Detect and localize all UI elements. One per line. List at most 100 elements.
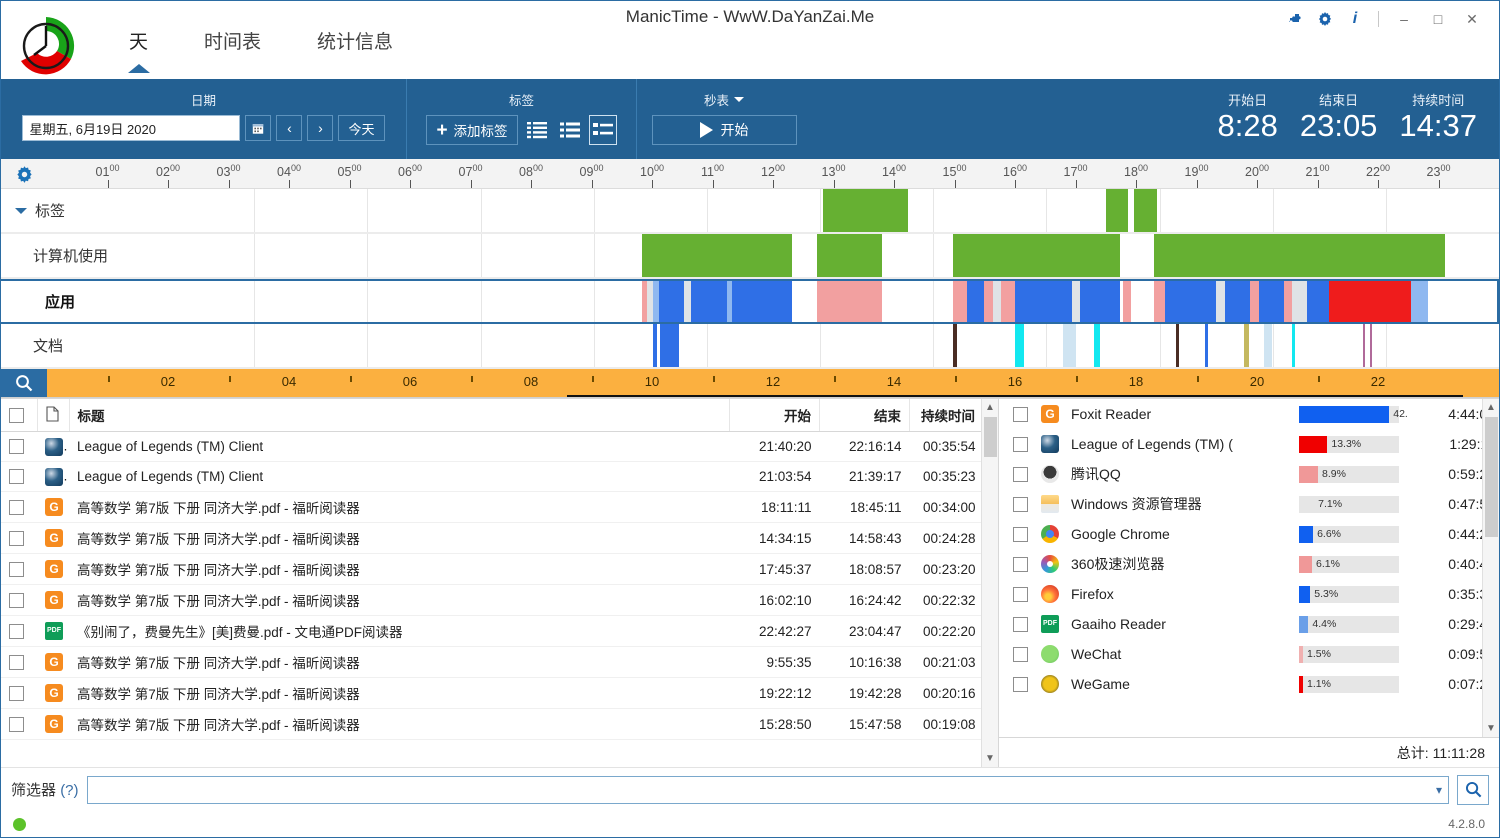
stopwatch-group-title[interactable]: 秒表 xyxy=(704,90,744,109)
header-title[interactable]: 标题 xyxy=(69,399,730,432)
timeline-segment[interactable] xyxy=(952,234,1120,277)
timeline-row-tags[interactable]: 标签 xyxy=(1,189,1499,234)
row-checkbox[interactable] xyxy=(1013,467,1028,483)
timeline-segment[interactable] xyxy=(1094,324,1101,367)
scrollbar-thumb[interactable] xyxy=(1485,417,1498,537)
gear-icon[interactable] xyxy=(1310,7,1340,31)
scroll-up-icon[interactable]: ▲ xyxy=(1486,399,1496,416)
row-checkbox[interactable] xyxy=(1013,527,1028,543)
track-documents[interactable] xyxy=(141,324,1499,367)
chevron-down-icon[interactable]: ▾ xyxy=(1436,783,1442,797)
timeline-segment[interactable] xyxy=(822,189,908,232)
row-checkbox[interactable] xyxy=(9,439,24,455)
select-all-checkbox[interactable] xyxy=(9,407,24,423)
header-select-all[interactable] xyxy=(1,399,38,432)
list-item[interactable]: PDF Gaaiho Reader 4.4% 0:29:40 xyxy=(999,609,1499,639)
timeline-segment[interactable] xyxy=(1306,281,1330,322)
row-checkbox-cell[interactable] xyxy=(1,461,37,492)
overview-selection[interactable] xyxy=(567,395,1463,397)
row-checkbox[interactable] xyxy=(9,623,24,639)
timeline-segment[interactable] xyxy=(817,234,883,277)
chevron-down-icon[interactable] xyxy=(734,97,744,102)
list-item[interactable]: 360极速浏览器 6.1% 0:40:49 xyxy=(999,549,1499,579)
timeline-segment[interactable] xyxy=(1204,324,1208,367)
today-button[interactable]: 今天 xyxy=(338,115,385,141)
row-checkbox-cell[interactable] xyxy=(999,609,1037,639)
scroll-up-icon[interactable]: ▲ xyxy=(985,399,995,416)
row-checkbox[interactable] xyxy=(9,469,24,485)
table-row[interactable]: League of Legends (TM) Client 21:40:20 22:… xyxy=(1,431,998,462)
timeline-segment[interactable] xyxy=(1063,324,1076,367)
row-checkbox[interactable] xyxy=(1013,617,1028,633)
tab-statistics[interactable]: 统计信息 xyxy=(289,27,421,60)
list-item[interactable]: Google Chrome 6.6% 0:44:20 xyxy=(999,519,1499,549)
overview-track[interactable]: 02 04 06 08 10 12 14 16 18 20 22 xyxy=(47,369,1499,397)
row-checkbox-cell[interactable] xyxy=(999,489,1037,519)
timeline-segment[interactable] xyxy=(1244,324,1249,367)
timeline-segment[interactable] xyxy=(1250,281,1259,322)
table-row[interactable]: G 高等数学 第7版 下册 同济大学.pdf - 福昕阅读器 18:11:11 18:… xyxy=(1,491,998,523)
scrollbar-thumb[interactable] xyxy=(984,417,997,457)
row-checkbox-cell[interactable] xyxy=(999,399,1037,429)
puzzle-icon[interactable] xyxy=(1280,7,1310,31)
overview-search-icon[interactable] xyxy=(1,369,47,397)
timeline-segment[interactable] xyxy=(1001,281,1016,322)
table-row[interactable]: G 高等数学 第7版 下册 同济大学.pdf - 福昕阅读器 19:22:12 19:… xyxy=(1,677,998,709)
table-row[interactable]: G 高等数学 第7版 下册 同济大学.pdf - 福昕阅读器 14:34:15 14:… xyxy=(1,522,998,554)
minimize-button[interactable]: – xyxy=(1387,7,1421,31)
timeline-row-documents[interactable]: 文档 xyxy=(1,324,1499,369)
timeline-segment[interactable] xyxy=(1411,281,1429,322)
timeline-segment[interactable] xyxy=(1264,324,1272,367)
timeline-segment[interactable] xyxy=(1369,324,1373,367)
list-item[interactable]: 腾讯QQ 8.9% 0:59:29 xyxy=(999,459,1499,489)
timeline-segment[interactable] xyxy=(1329,281,1412,322)
row-checkbox-cell[interactable] xyxy=(1,615,37,647)
timeline-segment[interactable] xyxy=(1165,281,1217,322)
timeline-segment[interactable] xyxy=(1015,324,1024,367)
row-checkbox[interactable] xyxy=(9,530,24,546)
row-checkbox-cell[interactable] xyxy=(999,459,1037,489)
track-applications[interactable] xyxy=(141,281,1497,322)
header-start[interactable]: 开始 xyxy=(729,399,820,432)
table-row[interactable]: G 高等数学 第7版 下册 同济大学.pdf - 福昕阅读器 9:55:35 10:1… xyxy=(1,646,998,678)
timeline-segment[interactable] xyxy=(1071,281,1081,322)
timeline-segment[interactable] xyxy=(992,281,1002,322)
timeline-segment[interactable] xyxy=(1015,281,1072,322)
timeline-segment[interactable] xyxy=(952,281,968,322)
row-checkbox-cell[interactable] xyxy=(999,429,1037,459)
row-checkbox-cell[interactable] xyxy=(1,522,37,554)
row-checkbox[interactable] xyxy=(9,685,24,701)
row-checkbox[interactable] xyxy=(1013,407,1028,423)
window-controls[interactable]: i – □ ✕ xyxy=(1280,7,1489,31)
row-checkbox-cell[interactable] xyxy=(999,519,1037,549)
list-item[interactable]: League of Legends (TM) (13.3% 1:29:11 xyxy=(999,429,1499,459)
table-row[interactable]: G 高等数学 第7版 下册 同济大学.pdf - 福昕阅读器 17:45:37 18:… xyxy=(1,553,998,585)
timeline-segment[interactable] xyxy=(641,234,792,277)
row-checkbox[interactable] xyxy=(9,561,24,577)
timeline-row-applications[interactable]: 应用 xyxy=(1,279,1499,324)
timeline-segment[interactable] xyxy=(1283,281,1293,322)
header-icon-col[interactable] xyxy=(37,399,70,432)
row-checkbox[interactable] xyxy=(9,499,24,515)
list-item[interactable]: Windows 资源管理器 7.1% 0:47:57 xyxy=(999,489,1499,519)
row-checkbox-cell[interactable] xyxy=(999,579,1037,609)
list-item[interactable]: Firefox 5.3% 0:35:39 xyxy=(999,579,1499,609)
timeline-segment[interactable] xyxy=(1105,189,1129,232)
summary-vertical-scrollbar[interactable]: ▲ ▼ xyxy=(1482,399,1499,737)
row-checkbox[interactable] xyxy=(9,654,24,670)
row-checkbox[interactable] xyxy=(1013,557,1028,573)
timeline-segment[interactable] xyxy=(817,281,883,322)
filter-help-link[interactable]: (?) xyxy=(60,782,78,799)
timeline-segment[interactable] xyxy=(1216,281,1225,322)
table-row[interactable]: League of Legends (TM) Client 21:03:54 21:… xyxy=(1,461,998,492)
timeline-settings-gear-icon[interactable] xyxy=(1,159,47,189)
row-checkbox-cell[interactable] xyxy=(999,639,1037,669)
row-checkbox-cell[interactable] xyxy=(999,669,1037,699)
start-button[interactable]: 开始 xyxy=(651,115,797,145)
scroll-down-icon[interactable]: ▼ xyxy=(985,750,995,767)
header-end[interactable]: 结束 xyxy=(819,399,910,432)
timeline-segment[interactable] xyxy=(1134,189,1157,232)
row-checkbox-cell[interactable] xyxy=(1,646,37,678)
close-button[interactable]: ✕ xyxy=(1455,7,1489,31)
row-checkbox[interactable] xyxy=(9,592,24,608)
